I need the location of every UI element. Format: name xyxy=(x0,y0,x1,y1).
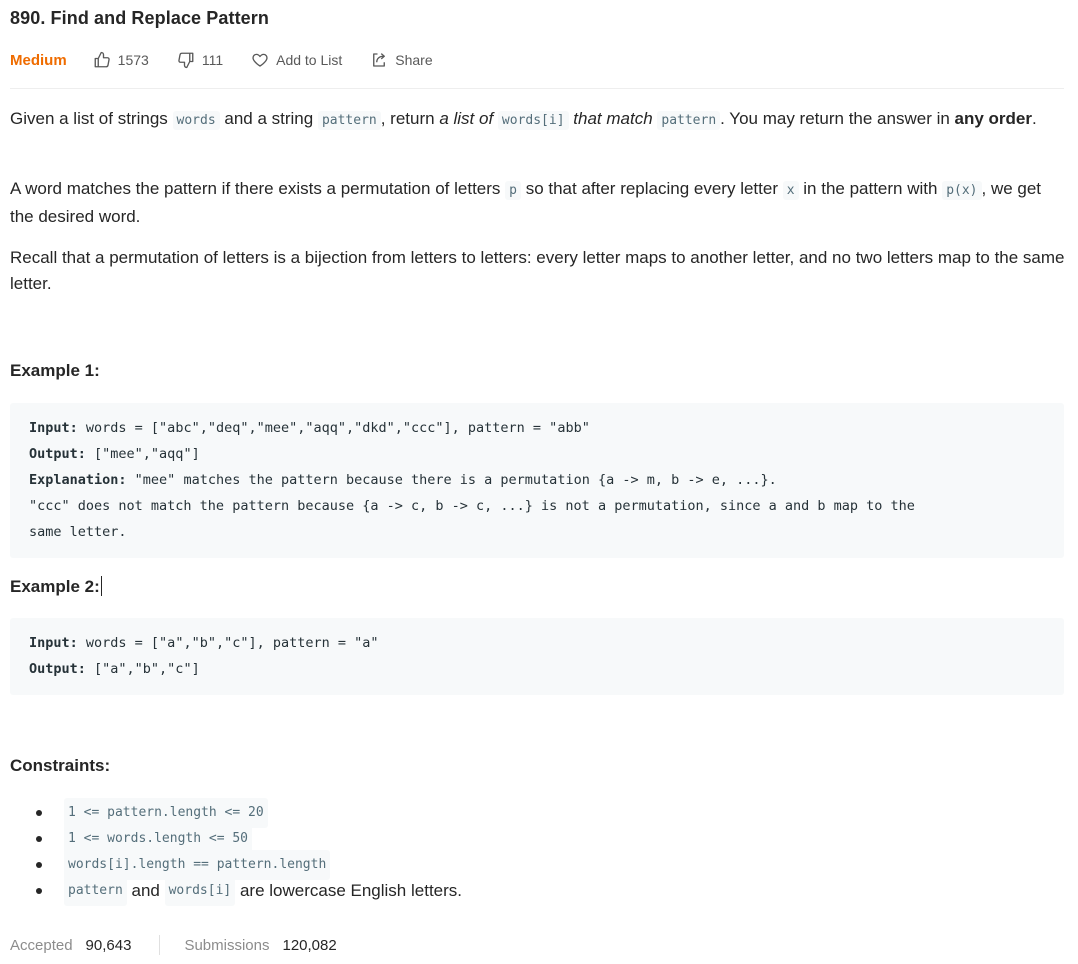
example-1-code-block: Input: words = ["abc","deq","mee","aqq",… xyxy=(10,403,1064,558)
inline-code: p(x) xyxy=(942,181,982,200)
inline-code: pattern xyxy=(64,876,127,906)
example-2-output-line: Output: ["a","b","c"] xyxy=(29,656,1045,682)
header-divider xyxy=(10,88,1064,89)
output-value: ["a","b","c"] xyxy=(85,661,200,677)
constraints-heading: Constraints: xyxy=(10,756,111,775)
text: and xyxy=(126,881,165,900)
text: and a string xyxy=(219,109,318,128)
inline-code: p xyxy=(505,181,521,200)
list-item: words[i].length == pattern.length xyxy=(36,850,462,880)
example-1-explanation-line-3: same letter. xyxy=(29,524,127,540)
input-label: Input: xyxy=(29,635,78,651)
add-to-list-label: Add to List xyxy=(276,52,343,68)
submission-stats: Accepted 90,643 Submissions 120,082 xyxy=(10,934,337,956)
list-item: 1 <= pattern.length <= 20 xyxy=(36,798,462,828)
inline-code: pattern xyxy=(657,111,721,130)
example-1-input-line: Input: words = ["abc","deq","mee","aqq",… xyxy=(29,415,1045,441)
dislike-count: 111 xyxy=(201,52,224,68)
example-1-explanation-line-2: "ccc" does not match the pattern because… xyxy=(29,498,915,514)
submissions-label: Submissions xyxy=(184,936,270,954)
bold-text: any order xyxy=(954,109,1033,128)
example-2-code-block: Input: words = ["a","b","c"], pattern = … xyxy=(10,618,1064,695)
output-label: Output: xyxy=(29,446,86,462)
like-count: 1573 xyxy=(117,52,149,68)
inline-code: x xyxy=(782,181,799,200)
text: . You may return the answer in xyxy=(720,109,955,128)
list-item: 1 <= words.length <= 50 xyxy=(36,824,462,854)
bullet xyxy=(36,810,42,816)
thumbs-down-icon xyxy=(178,52,194,69)
list-item: pattern and words[i] are lowercase Engli… xyxy=(36,876,463,906)
add-to-list-button[interactable]: Add to List xyxy=(251,51,342,69)
description-paragraph-1: Given a list of strings words and a stri… xyxy=(10,106,1037,134)
text: Given a list of strings xyxy=(10,109,173,128)
bullet xyxy=(36,862,42,868)
description-paragraph-3: Recall that a permutation of letters is … xyxy=(10,248,1065,293)
output-value: ["mee","aqq"] xyxy=(85,446,200,462)
inline-code: words xyxy=(172,111,220,130)
stats-divider xyxy=(159,935,161,955)
input-value: words = ["abc","deq","mee","aqq","dkd","… xyxy=(77,420,590,436)
text: , return xyxy=(380,109,440,128)
dislike-button[interactable]: 111 xyxy=(177,51,223,69)
submissions-value: 120,082 xyxy=(282,936,337,954)
bullet xyxy=(36,888,42,894)
thumbs-up-icon xyxy=(94,51,110,68)
text: are lowercase English letters. xyxy=(235,881,463,900)
input-label: Input: xyxy=(29,420,78,436)
bullet xyxy=(36,836,42,842)
emphasis: a list of xyxy=(439,109,498,128)
inline-code: words[i] xyxy=(164,876,236,906)
text: in the pattern with xyxy=(798,179,943,198)
inline-code: pattern xyxy=(317,111,381,130)
constraints-list: 1 <= pattern.length <= 20 1 <= words.len… xyxy=(36,798,463,906)
text: so that after replacing every letter xyxy=(520,179,783,198)
difficulty-badge: Medium xyxy=(10,51,67,69)
problem-panel: 890. Find and Replace Pattern Medium 157… xyxy=(0,0,1078,964)
share-label: Share xyxy=(395,52,433,68)
problem-meta-bar: Medium 1573 111 Add to List Share xyxy=(10,48,461,72)
share-button[interactable]: Share xyxy=(370,51,433,69)
problem-title: 890. Find and Replace Pattern xyxy=(10,8,269,28)
input-value: words = ["a","b","c"], pattern = "a" xyxy=(77,635,379,651)
heart-icon xyxy=(252,53,268,67)
like-button[interactable]: 1573 xyxy=(93,51,149,69)
inline-code: words[i] xyxy=(497,111,569,130)
example-1-heading: Example 1: xyxy=(10,361,100,380)
emphasis: that match xyxy=(568,109,658,128)
accepted-label: Accepted xyxy=(10,936,73,954)
description-paragraph-2: A word matches the pattern if there exis… xyxy=(10,176,1066,230)
explanation-text: "mee" matches the pattern because there … xyxy=(126,472,777,488)
share-icon xyxy=(373,53,386,67)
example-2-input-line: Input: words = ["a","b","c"], pattern = … xyxy=(29,630,1045,656)
heading-text: Example 2: xyxy=(10,577,100,596)
example-2-heading: Example 2: xyxy=(10,576,102,597)
accepted-value: 90,643 xyxy=(85,936,132,954)
text: A word matches the pattern if there exis… xyxy=(10,179,506,198)
example-1-explanation-line: Explanation: "mee" matches the pattern b… xyxy=(29,467,1045,493)
explanation-label: Explanation: xyxy=(29,472,127,488)
example-1-output-line: Output: ["mee","aqq"] xyxy=(29,441,1045,467)
text-cursor xyxy=(100,576,102,596)
text: . xyxy=(1032,109,1037,128)
output-label: Output: xyxy=(29,661,86,677)
